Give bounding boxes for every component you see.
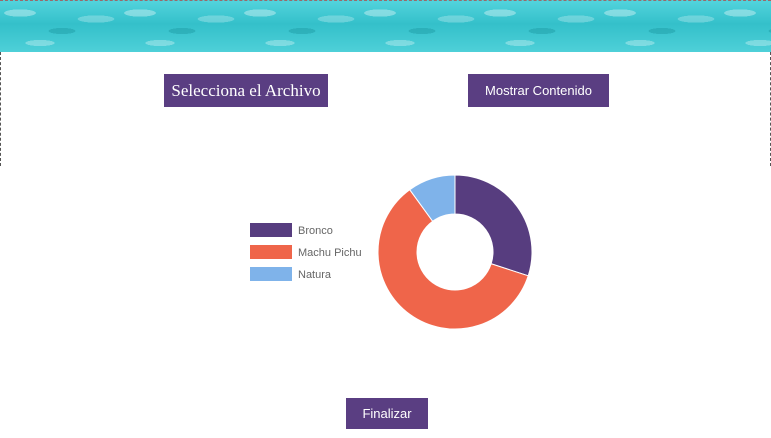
donut-chart: Bronco Machu Pichu Natura bbox=[250, 174, 533, 330]
legend-label-machu-pichu[interactable]: Machu Pichu bbox=[298, 247, 362, 259]
legend-swatch-machu-pichu[interactable] bbox=[250, 245, 292, 259]
legend-label-natura[interactable]: Natura bbox=[298, 269, 332, 281]
finish-button[interactable]: Finalizar bbox=[346, 398, 428, 429]
chart-legend: Bronco Machu Pichu Natura bbox=[250, 223, 362, 281]
legend-swatch-natura[interactable] bbox=[250, 267, 292, 281]
pie-slice-bronco[interactable] bbox=[454, 174, 533, 277]
chart-slices bbox=[377, 174, 533, 330]
legend-swatch-bronco[interactable] bbox=[250, 223, 292, 237]
legend-label-bronco[interactable]: Bronco bbox=[298, 225, 333, 237]
app-window: Selecciona el Archivo Mostrar Contenido … bbox=[0, 0, 771, 438]
